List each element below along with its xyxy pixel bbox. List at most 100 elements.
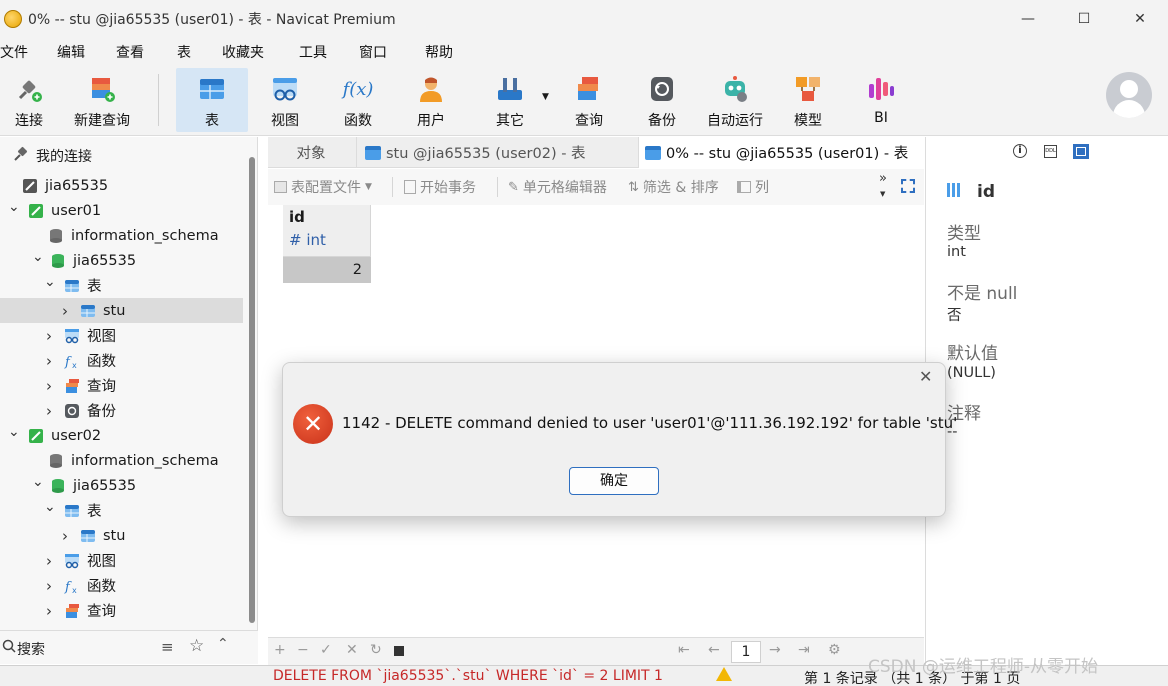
view-button[interactable]: 视图 [249,68,321,132]
other-dropdown-arrow-icon[interactable]: ▼ [542,92,549,102]
tree-item[interactable]: ⌄ user01 [0,198,243,223]
backup-button[interactable]: 备份 [626,68,698,132]
column-header-id[interactable]: id # int [283,205,371,257]
menu-view[interactable]: 查看 [116,42,144,62]
other-button[interactable]: 其它 [474,68,546,132]
next-page-icon[interactable]: → [769,642,781,658]
menu-tools[interactable]: 工具 [299,42,327,62]
tree-item[interactable]: › 备份 [0,398,243,423]
table-button[interactable]: 表 [176,68,248,132]
tree-item[interactable]: information_schema [0,448,243,473]
info-icon[interactable]: i [1013,144,1027,158]
tree-item[interactable]: › f x 函数 [0,573,243,598]
previous-page-icon[interactable]: ← [708,642,720,658]
chevron-down-icon[interactable]: ⌄ [8,424,20,440]
chevron-right-icon[interactable]: › [44,402,54,420]
apply-changes-icon[interactable]: ✓ [320,642,332,658]
add-record-icon[interactable]: + [274,642,286,658]
tab-stu-user01[interactable]: 0% -- stu @jia65535 (user01) - 表 [638,137,924,168]
user-avatar[interactable] [1106,72,1152,118]
chevron-right-icon[interactable]: › [44,327,54,345]
menu-favorites[interactable]: 收藏夹 [222,42,264,62]
model-button[interactable]: 模型 [772,68,844,132]
chevron-right-icon[interactable]: › [44,602,54,620]
bi-button[interactable]: BI [845,68,917,132]
chevron-down-icon[interactable]: ⌄ [32,249,44,265]
menu-file[interactable]: 文件 [0,42,28,62]
discard-changes-icon[interactable]: ✕ [346,642,358,658]
more-chevron-icon[interactable]: » [879,171,887,186]
last-page-icon[interactable]: ⇥ [798,642,810,658]
menu-edit[interactable]: 编辑 [57,42,85,62]
first-page-icon[interactable]: ⇤ [678,642,690,658]
query-icon [64,378,80,394]
layout-icon[interactable] [1073,144,1089,159]
chevron-right-icon[interactable]: › [44,577,54,595]
fullscreen-icon[interactable] [901,179,915,193]
tree-item[interactable]: ⌄ 表 [0,273,243,298]
dialog-close-button[interactable]: ✕ [919,367,932,386]
tree-item[interactable]: › 视图 [0,323,243,348]
chevron-down-icon[interactable]: ⌄ [44,499,56,515]
chevron-down-icon[interactable]: ⌄ [32,474,44,490]
filter-icon[interactable]: ≡ [161,638,174,656]
automation-button[interactable]: 自动运行 [699,68,771,132]
tree-item[interactable]: ⌄ jia65535 [0,473,243,498]
tree-item[interactable]: › 查询 [0,598,243,623]
database-green-icon [50,253,66,269]
tree-item[interactable]: › f x 函数 [0,348,243,373]
close-window-button[interactable]: ✕ [1112,0,1168,38]
grid-cell[interactable]: 2 [283,257,371,283]
tree-item[interactable]: information_schema [0,223,243,248]
default-label: 默认值 [947,344,998,364]
tree-item[interactable]: › stu [0,298,243,323]
filter-sort-button[interactable]: ⇅ 筛选 & 排序 [628,177,719,197]
columns-button[interactable]: 列 [737,177,769,197]
menu-help[interactable]: 帮助 [425,42,453,62]
connect-button[interactable]: 连接 [0,68,65,132]
menu-window[interactable]: 窗口 [359,42,387,62]
query-icon [574,74,604,104]
gear-icon[interactable]: ⚙ [828,642,841,658]
stop-icon[interactable] [394,646,404,656]
maximize-button[interactable]: ☐ [1056,0,1112,38]
more-dropdown-icon[interactable]: ▼ [880,190,885,198]
delete-record-icon[interactable]: − [297,642,309,658]
new-query-button[interactable]: 新建查询 [66,68,138,132]
table-profile-button[interactable]: 表配置文件 ▼ [274,177,372,197]
collapse-icon[interactable]: ⌃ [217,636,229,652]
tree-item[interactable]: › stu [0,523,243,548]
tree-item[interactable]: ⌄ jia65535 [0,248,243,273]
tab-objects[interactable]: 对象 [268,137,354,168]
chevron-down-icon[interactable]: ⌄ [8,199,20,215]
ddl-icon[interactable]: DDL [1044,145,1057,158]
refresh-icon[interactable]: ↻ [370,642,382,658]
star-icon[interactable]: ☆ [189,636,204,656]
chevron-right-icon[interactable]: › [44,352,54,370]
navigator-scrollbar[interactable] [249,157,255,623]
tree-item[interactable]: ⌄ 表 [0,498,243,523]
tree-item-label: 视图 [87,554,116,570]
user-button[interactable]: 用户 [395,68,467,132]
chevron-right-icon[interactable]: › [60,527,70,545]
page-number-input[interactable]: 1 [731,641,761,663]
cell-editor-button[interactable]: ✎ 单元格编辑器 [508,177,607,197]
chevron-right-icon[interactable]: › [44,377,54,395]
type-value: int [947,244,966,260]
begin-transaction-button[interactable]: 开始事务 [404,177,476,197]
chevron-right-icon[interactable]: › [44,552,54,570]
menu-table[interactable]: 表 [177,42,191,62]
chevron-right-icon[interactable]: › [60,302,70,320]
minimize-button[interactable]: — [1000,0,1056,38]
tree-item[interactable]: › 查询 [0,373,243,398]
tree-item[interactable]: ⌄ user02 [0,423,243,448]
tree-item[interactable]: › 视图 [0,548,243,573]
query-button[interactable]: 查询 [553,68,625,132]
tree-item[interactable]: jia65535 [0,173,243,198]
warning-icon[interactable] [716,667,732,681]
function-button[interactable]: f(x) 函数 [322,68,394,132]
chevron-down-icon[interactable]: ⌄ [44,274,56,290]
search-input[interactable]: 搜索 [17,639,45,659]
ok-button[interactable]: 确定 [569,467,659,495]
tab-stu-user02[interactable]: stu @jia65535 (user02) - 表 [356,137,638,168]
